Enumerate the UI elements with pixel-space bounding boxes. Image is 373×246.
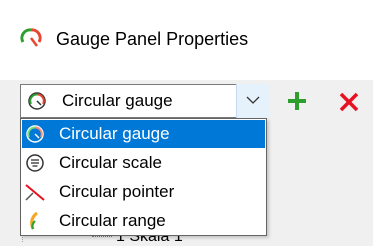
dropdown-item-circular-range[interactable]: Circular range [22,207,265,235]
circular-gauge-icon [28,92,46,110]
delete-x-icon [339,92,359,112]
dropdown-item-label: Circular scale [59,153,162,172]
dropdown-item-circular-scale[interactable]: Circular scale [22,149,265,177]
combo-dropdown-button[interactable] [236,84,269,118]
element-type-combo[interactable]: Circular gauge [20,84,269,118]
circular-scale-icon [26,154,44,172]
circular-pointer-icon [25,184,45,201]
chevron-down-icon [246,96,260,104]
dropdown-item-label: Circular gauge [59,124,170,143]
gauge-app-icon [20,28,42,47]
plus-icon [288,92,306,110]
title-bar: Gauge Panel Properties [0,0,373,80]
dropdown-item-label: Circular pointer [59,182,175,201]
window-title: Gauge Panel Properties [56,29,249,49]
delete-button[interactable] [331,84,365,118]
add-button[interactable] [280,84,314,118]
dropdown-item-circular-pointer[interactable]: Circular pointer [22,178,265,206]
combo-selected-value: Circular gauge [62,91,173,110]
dropdown-item-circular-gauge[interactable]: Circular gauge [22,120,265,148]
circular-gauge-icon [26,125,44,143]
element-type-dropdown-list: Circular gauge Circular scale Circular p… [20,118,267,236]
tree-connector-line [92,236,112,238]
dropdown-item-label: Circular range [59,211,166,230]
circular-range-icon [30,211,38,230]
